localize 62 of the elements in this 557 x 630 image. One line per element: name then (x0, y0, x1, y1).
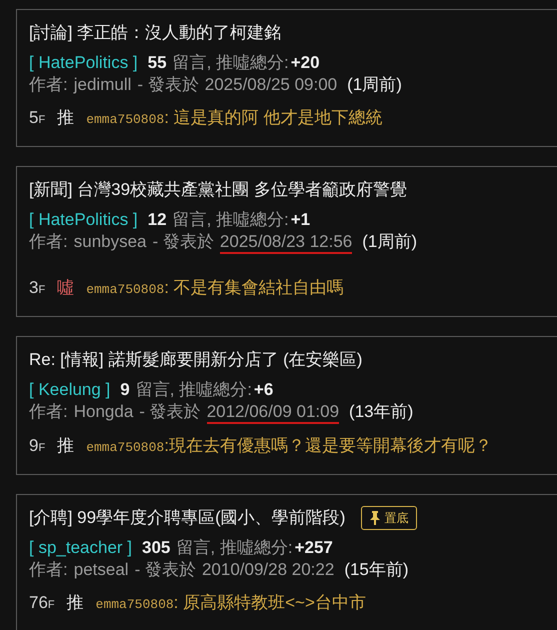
comment-text: :現在去有優惠嗎？還是要等開幕後才有呢？ (164, 435, 492, 457)
post-age: (13年前) (349, 401, 414, 423)
post-title[interactable]: [討論] 李正皓：沒人動的了柯建銘 (29, 20, 282, 46)
score: +257 (294, 537, 333, 559)
author-label: 作者: (29, 559, 68, 581)
comments-label: 留言, 推噓總分: (176, 537, 293, 559)
author-name: Hongda (74, 401, 134, 423)
author-label: 作者: (29, 231, 68, 253)
post-title[interactable]: Re: [情報] 諾斯髮廊要開新分店了 (在安樂區) (29, 347, 362, 373)
board-link[interactable]: [ Keelung ] (29, 379, 110, 401)
push-tag: 噓 (57, 276, 74, 300)
comment-count: 9 (120, 379, 130, 401)
post-card[interactable]: Re: [情報] 諾斯髮廊要開新分店了 (在安樂區) [ Keelung ] 9 留言, 推噓總分:+6 作者: Hongda - 發表於 2012/06/09 01:09 (13年前) 9F 推 emma750808:現在去有優惠嗎？還是要等開幕後才有呢？ (16, 336, 557, 475)
comment-count: 305 (142, 537, 170, 559)
score: +1 (290, 209, 310, 231)
comments-label: 留言, 推噓總分: (172, 209, 289, 231)
comment-text: : 原高縣特教班<~>台中市 (174, 592, 366, 614)
board-link[interactable]: [ HatePolitics ] (29, 52, 138, 74)
author-name: jedimull (74, 74, 132, 96)
posted-label: - 發表於 (152, 231, 214, 253)
post-date: 2025/08/25 09:00 (204, 74, 338, 96)
post-age: (1周前) (347, 74, 402, 96)
floor-number: 5F (29, 107, 46, 129)
post-date: 2025/08/23 12:56 (220, 232, 352, 254)
comment-count: 55 (148, 52, 167, 74)
post-title[interactable]: [新聞] 台灣39校藏共產黨社團 多位學者籲政府警覺 (29, 177, 407, 203)
post-age: (1周前) (362, 231, 418, 253)
board-link[interactable]: [ HatePolitics ] (29, 209, 138, 231)
pin-icon (370, 511, 380, 525)
comment-user[interactable]: emma750808 (96, 593, 174, 617)
post-date: 2010/09/28 20:22 (202, 559, 334, 581)
post-age: (15年前) (344, 559, 409, 581)
author-name: petseal (74, 559, 129, 581)
floor-number: 9F (29, 435, 46, 457)
post-title[interactable]: [介聘] 99學年度介聘專區(國小、學前階段) (29, 505, 346, 531)
post-card[interactable]: [介聘] 99學年度介聘專區(國小、學前階段) 置底 [ sp_teacher ] 305 留言, 推噓總分:+257 作者: petseal - 發表於 2010/09/28 20:22 (15年前) 76F 推 emma750808: 原高縣特教班<~>台中市 (16, 494, 557, 630)
push-tag: 推 (57, 434, 74, 458)
posted-label: - 發表於 (139, 401, 201, 423)
floor-number: 3F (29, 277, 46, 299)
floor-number: 76F (29, 592, 55, 614)
comment-user[interactable]: emma750808 (86, 278, 164, 302)
author-label: 作者: (29, 401, 68, 423)
score: +20 (290, 52, 320, 74)
score: +6 (254, 379, 274, 401)
comment-text: : 不是有集會結社自由嗎 (164, 277, 344, 299)
comment-user[interactable]: emma750808 (86, 436, 164, 460)
comment-count: 12 (148, 209, 167, 231)
push-tag: 推 (66, 591, 84, 615)
pinned-badge: 置底 (361, 506, 418, 530)
comments-label: 留言, 推噓總分: (136, 379, 252, 401)
post-card[interactable]: [討論] 李正皓：沒人動的了柯建銘 [ HatePolitics ] 55 留言, 推噓總分:+20 作者: jedimull - 發表於 2025/08/25 09:00 (1周前) 5F 推 emma750808: 這是真的阿 他才是地下總統 (16, 9, 557, 147)
push-tag: 推 (57, 106, 74, 130)
board-link[interactable]: [ sp_teacher ] (29, 537, 132, 559)
post-date: 2012/06/09 01:09 (206, 402, 340, 424)
comment-text: : 這是真的阿 他才是地下總統 (164, 107, 382, 129)
posted-label: - 發表於 (137, 74, 199, 96)
comment-user[interactable]: emma750808 (86, 108, 164, 132)
posted-label: - 發表於 (134, 559, 196, 581)
author-label: 作者: (29, 74, 68, 96)
post-card[interactable]: [新聞] 台灣39校藏共產黨社團 多位學者籲政府警覺 [ HatePolitics ] 12 留言, 推噓總分:+1 作者: sunbysea - 發表於 2025/08/23 12:56 (1周前) 3F 噓 emma750808: 不是有集會結社自由嗎 (16, 166, 557, 317)
author-name: sunbysea (74, 231, 147, 253)
comments-label: 留言, 推噓總分: (172, 52, 289, 74)
